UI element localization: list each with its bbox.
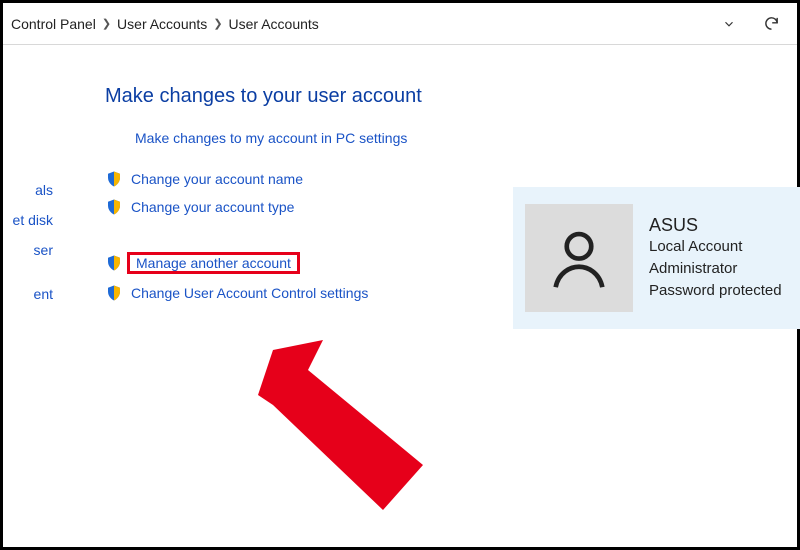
breadcrumb-item[interactable]: User Accounts xyxy=(117,16,207,32)
shield-icon xyxy=(105,284,123,302)
link-label: Manage another account xyxy=(127,252,300,274)
user-icon xyxy=(544,223,614,293)
sidebar-item[interactable]: et disk xyxy=(3,205,57,235)
sidebar-fragment: als et disk ser ent xyxy=(3,175,57,309)
account-type: Local Account xyxy=(649,236,782,258)
link-pc-settings[interactable]: Make changes to my account in PC setting… xyxy=(135,130,797,146)
refresh-icon xyxy=(763,15,780,32)
sidebar-item[interactable]: als xyxy=(3,175,57,205)
link-label: Change User Account Control settings xyxy=(131,285,368,301)
account-role: Administrator xyxy=(649,258,782,280)
link-label: Change your account name xyxy=(131,171,303,187)
breadcrumb-item[interactable]: User Accounts xyxy=(229,16,319,32)
page-title: Make changes to your user account xyxy=(105,85,797,108)
breadcrumb-item[interactable]: Control Panel xyxy=(11,16,96,32)
link-label: Change your account type xyxy=(131,199,294,215)
refresh-button[interactable] xyxy=(759,12,783,36)
shield-icon xyxy=(105,198,123,216)
link-change-name[interactable]: Change your account name xyxy=(105,170,797,188)
content-area: als et disk ser ent Make changes to your… xyxy=(3,45,797,302)
chevron-right-icon[interactable]: ❯ xyxy=(102,17,111,30)
sidebar-item[interactable]: ent xyxy=(3,279,57,309)
chevron-right-icon[interactable]: ❯ xyxy=(213,17,222,30)
sidebar-item[interactable]: ser xyxy=(3,235,57,265)
link-label: Make changes to my account in PC setting… xyxy=(135,130,407,146)
breadcrumb: Control Panel ❯ User Accounts ❯ User Acc… xyxy=(11,16,717,32)
account-card: ASUS Local Account Administrator Passwor… xyxy=(513,187,800,329)
chevron-down-icon xyxy=(722,17,736,31)
shield-icon xyxy=(105,170,123,188)
avatar xyxy=(525,204,633,312)
recent-locations-button[interactable] xyxy=(717,12,741,36)
account-password-status: Password protected xyxy=(649,280,782,302)
address-toolbar: Control Panel ❯ User Accounts ❯ User Acc… xyxy=(3,3,797,45)
annotation-arrow xyxy=(253,335,453,515)
shield-icon xyxy=(105,254,123,272)
account-name: ASUS xyxy=(649,214,782,236)
